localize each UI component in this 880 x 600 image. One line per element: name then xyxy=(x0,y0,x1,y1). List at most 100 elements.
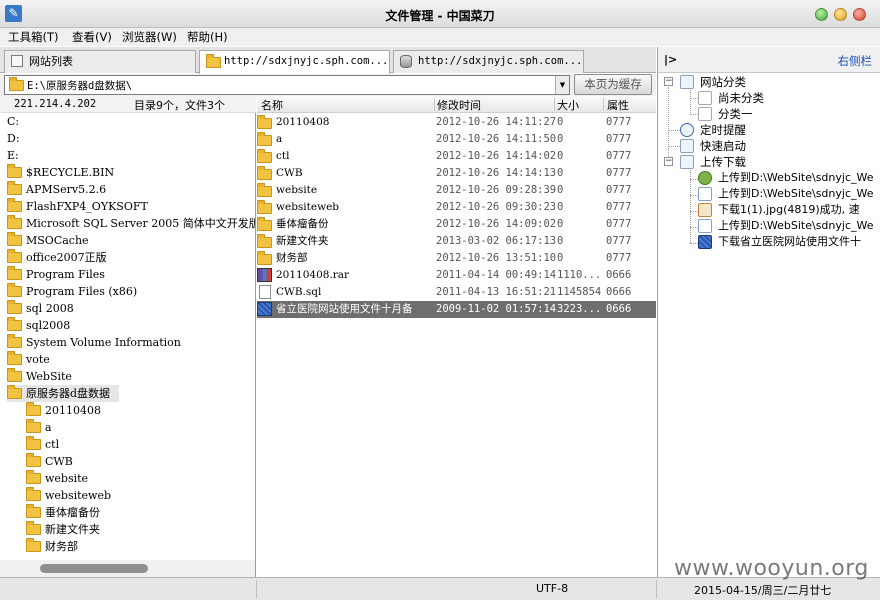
text-file-icon xyxy=(259,285,271,299)
tree-connector xyxy=(690,195,698,196)
tab-bar: 网站列表 http://sdxjnyjc.sph.com.... http://… xyxy=(0,47,656,74)
window-title: 文件管理 - 中国菜刀 xyxy=(385,9,495,23)
collapse-sidebar-icon[interactable]: |> xyxy=(664,53,677,66)
document-icon xyxy=(257,302,272,316)
folder-icon xyxy=(7,215,22,229)
tree-connector xyxy=(690,211,698,212)
folder-icon xyxy=(257,234,272,248)
file-row[interactable]: 新建文件夹 2013-03-02 06:17:13 0 0777 xyxy=(257,233,656,250)
column-divider[interactable] xyxy=(554,98,555,111)
close-button[interactable] xyxy=(853,8,866,21)
folder-icon xyxy=(7,198,22,212)
directory-tree[interactable]: C: D: E: $RECYCLE.BIN APMServ5.2.6 Flash… xyxy=(0,113,256,560)
folder-icon xyxy=(7,334,22,348)
sidebar-title[interactable]: 右侧栏 xyxy=(838,53,873,69)
folder-icon xyxy=(257,251,272,265)
maximize-button[interactable] xyxy=(834,8,847,21)
folder-icon xyxy=(9,77,24,91)
folder-icon xyxy=(26,436,41,450)
title-bar: ✎ 文件管理 - 中国菜刀 xyxy=(0,0,880,28)
file-row[interactable]: 垂体瘤备份 2012-10-26 14:09:02 0 0777 xyxy=(257,216,656,233)
column-name[interactable]: 名称 xyxy=(261,97,283,113)
tree-connector xyxy=(668,146,680,147)
info-row: 221.214.4.202 目录9个，文件3个 xyxy=(0,96,256,113)
encoding-status: UTF-8 xyxy=(536,582,569,595)
folder-icon xyxy=(7,164,22,178)
file-icon xyxy=(698,219,712,233)
file-row[interactable]: 财务部 2012-10-26 13:51:10 0 0777 xyxy=(257,250,656,267)
file-row[interactable]: CWB.sql 2011-04-13 16:51:21 1145854 0666 xyxy=(257,284,656,301)
file-row[interactable]: website 2012-10-26 09:28:39 0 0777 xyxy=(257,182,656,199)
tree-connector xyxy=(690,98,698,99)
folder-icon xyxy=(26,419,41,433)
tree-horizontal-scrollbar[interactable] xyxy=(0,560,256,577)
tree-folder-selected[interactable]: 原服务器d盘数据 xyxy=(7,385,119,402)
folder-icon xyxy=(206,54,221,68)
folder-icon xyxy=(257,200,272,214)
tab-site-list[interactable]: 网站列表 xyxy=(4,50,196,73)
folder-icon xyxy=(7,181,22,195)
tab-label: http://sdxjnyjc.sph.com.... xyxy=(224,55,390,67)
tab-label: http://sdxjnyjc.sph.com.... xyxy=(418,55,584,67)
file-row[interactable]: a 2012-10-26 14:11:50 0 0777 xyxy=(257,131,656,148)
folder-icon xyxy=(7,317,22,331)
file-row[interactable]: websiteweb 2012-10-26 09:30:23 0 0777 xyxy=(257,199,656,216)
file-row[interactable]: CWB 2012-10-26 14:14:13 0 0777 xyxy=(257,165,656,182)
cache-button[interactable]: 本页为缓存 xyxy=(574,74,652,95)
item-count: 目录9个，文件3个 xyxy=(134,99,225,112)
column-divider[interactable] xyxy=(434,98,435,111)
file-list[interactable]: 名称 修改时间 大小 属性 20110408 2012-10-26 14:11:… xyxy=(257,96,656,577)
server-ip: 221.214.4.202 xyxy=(14,98,97,110)
image-file-icon xyxy=(698,203,712,217)
file-row[interactable]: 20110408 2012-10-26 14:11:27 0 0777 xyxy=(257,114,656,131)
expand-toggle[interactable]: − xyxy=(664,157,673,166)
file-row[interactable]: 20110408.rar 2011-04-14 00:49:14 1110...… xyxy=(257,267,656,284)
folder-icon xyxy=(7,266,22,280)
menu-browser[interactable]: 浏览器(W) xyxy=(122,29,177,45)
menu-help[interactable]: 帮助(H) xyxy=(187,29,228,45)
menu-view[interactable]: 查看(V) xyxy=(72,29,112,45)
category-icon xyxy=(680,75,694,89)
path-value: E:\原服务器d盘数据\ xyxy=(27,80,133,92)
column-size[interactable]: 大小 xyxy=(557,97,579,113)
tree-connector xyxy=(690,243,698,244)
expand-toggle[interactable]: − xyxy=(664,77,673,86)
path-dropdown-button[interactable]: ▼ xyxy=(555,76,569,94)
list-header: 名称 修改时间 大小 属性 xyxy=(257,96,656,113)
file-row-selected[interactable]: 省立医院网站使用文件十月备 2009-11-02 01:57:14 3223..… xyxy=(257,301,656,318)
tree-connector xyxy=(690,227,698,228)
menu-tools[interactable]: 工具箱(T) xyxy=(8,29,59,45)
menu-bar: 工具箱(T) 查看(V) 浏览器(W) 帮助(H) xyxy=(0,28,880,46)
column-time[interactable]: 修改时间 xyxy=(437,97,481,113)
minimize-button[interactable] xyxy=(815,8,828,21)
clock-icon xyxy=(680,123,694,137)
page-icon xyxy=(698,107,712,121)
open-folder-icon xyxy=(7,385,22,399)
folder-icon xyxy=(26,487,41,501)
path-bar: E:\原服务器d盘数据\ ▼ 本页为缓存 xyxy=(0,74,656,96)
site-list-icon xyxy=(11,55,23,67)
folder-icon xyxy=(257,217,272,231)
column-attr[interactable]: 属性 xyxy=(607,97,629,113)
archive-icon xyxy=(257,268,272,282)
database-icon xyxy=(400,55,412,68)
status-divider xyxy=(256,580,257,598)
sidebar-tree[interactable]: − 网站分类 尚未分类 分类一 定时提醒 快速启动 − 上传下载 上传到D:\W… xyxy=(657,73,880,577)
folder-icon xyxy=(7,283,22,297)
page-icon xyxy=(698,91,712,105)
scrollbar-thumb[interactable] xyxy=(40,564,148,573)
column-divider[interactable] xyxy=(603,98,604,111)
tree-connector xyxy=(690,87,691,113)
folder-icon xyxy=(7,351,22,365)
path-input[interactable]: E:\原服务器d盘数据\ ▼ xyxy=(4,75,570,95)
file-icon xyxy=(698,187,712,201)
folder-icon xyxy=(26,453,41,467)
tab-database[interactable]: http://sdxjnyjc.sph.com.... xyxy=(393,50,584,73)
quick-start-icon xyxy=(680,139,694,153)
folder-icon xyxy=(7,300,22,314)
tab-file-manager[interactable]: http://sdxjnyjc.sph.com.... xyxy=(199,50,390,74)
folder-icon xyxy=(257,149,272,163)
file-row[interactable]: ctl 2012-10-26 14:14:02 0 0777 xyxy=(257,148,656,165)
tree-connector xyxy=(690,179,698,180)
folder-icon xyxy=(7,249,22,263)
